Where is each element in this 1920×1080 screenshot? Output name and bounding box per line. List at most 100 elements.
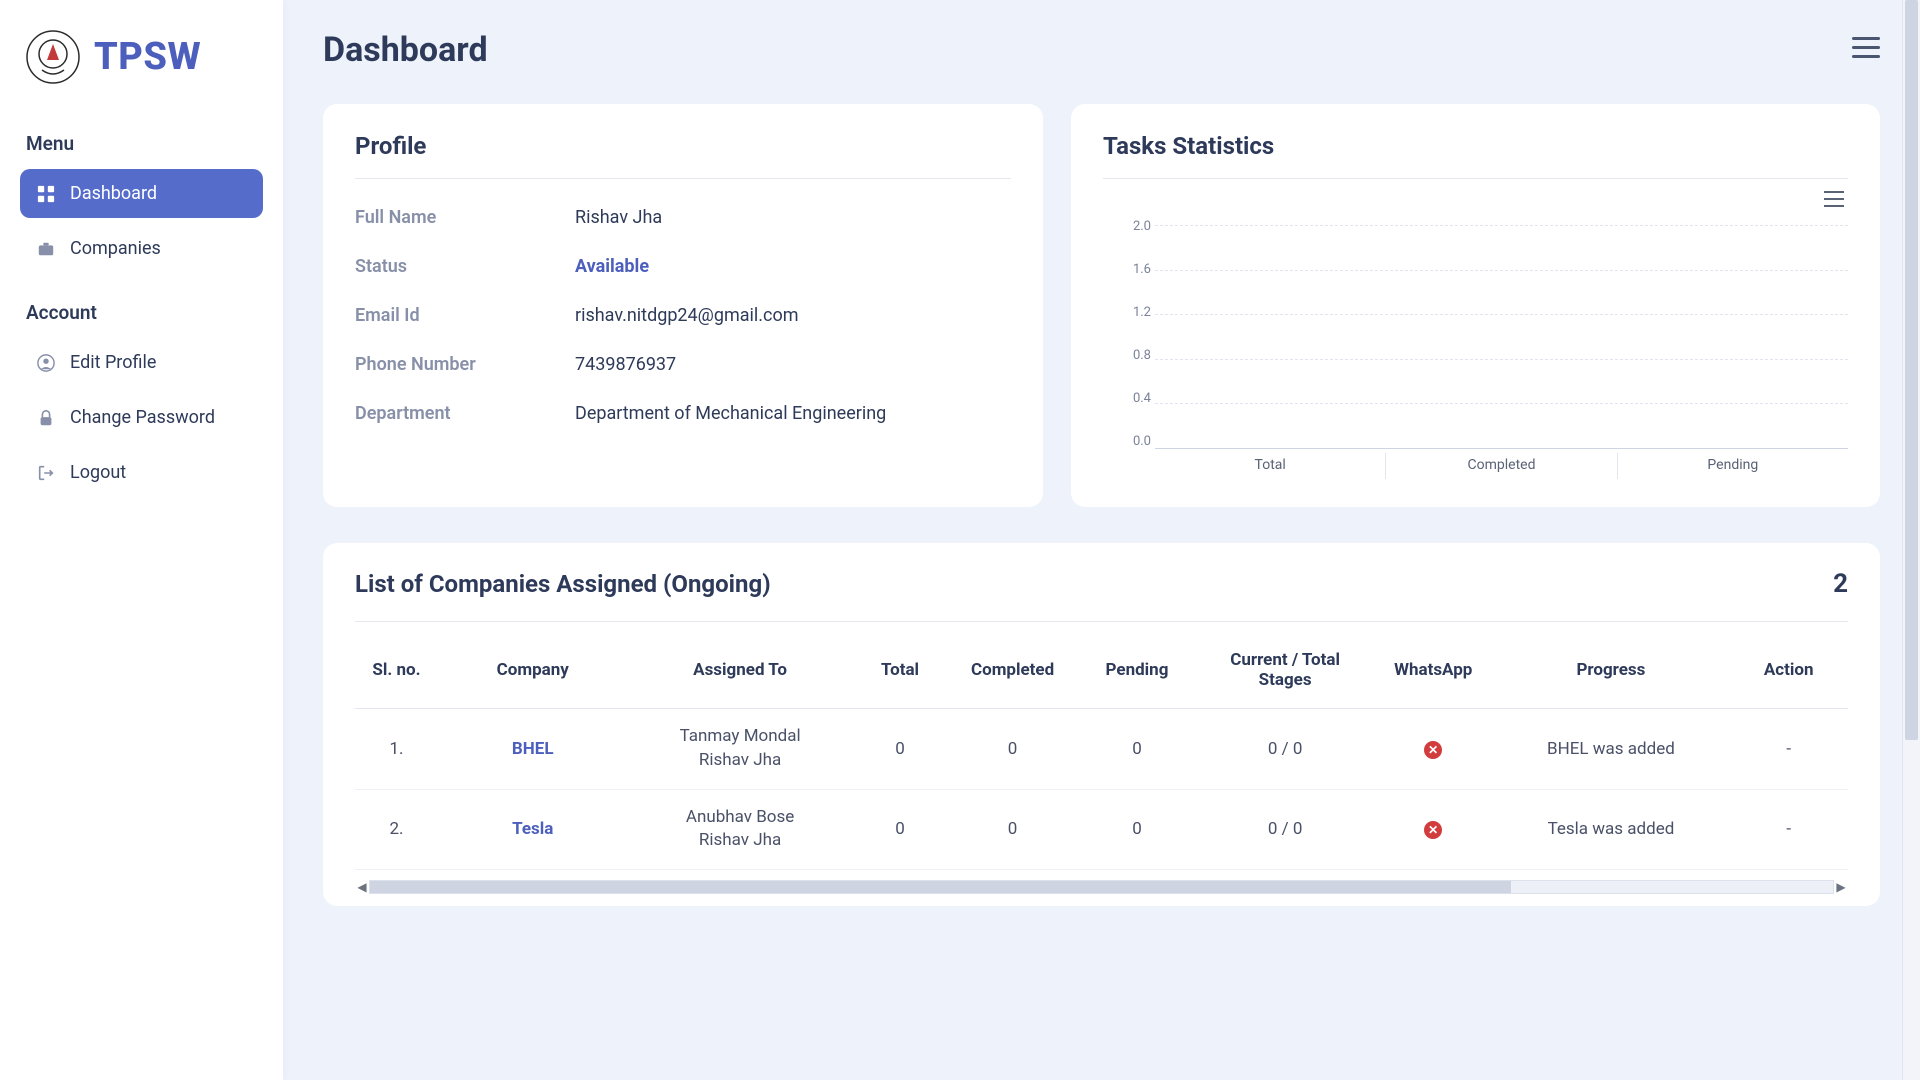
- sidebar-item-label: Edit Profile: [70, 352, 156, 373]
- profile-value: 7439876937: [575, 354, 676, 375]
- cell-assigned-text: Anubhav BoseRishav Jha: [636, 806, 845, 854]
- table-header-row: Sl. no. Company Assigned To Total Comple…: [355, 632, 1848, 709]
- cell-company: BHEL: [438, 709, 628, 790]
- profile-row-status: Status Available: [355, 242, 1011, 291]
- cell-pending: 0: [1078, 709, 1196, 790]
- profile-card: Profile Full Name Rishav Jha Status Avai…: [323, 104, 1043, 507]
- chart-x-axis: Total Completed Pending: [1155, 453, 1848, 479]
- sidebar-item-dashboard[interactable]: Dashboard: [20, 169, 263, 218]
- table-horizontal-scrollbar[interactable]: ◀ ▶: [355, 878, 1848, 896]
- brand-name: TPSW: [94, 35, 201, 79]
- cell-assigned: Anubhav BoseRishav Jha: [628, 789, 853, 870]
- profile-label: Phone Number: [355, 354, 575, 375]
- cell-completed: 0: [947, 789, 1077, 870]
- y-tick: 0.8: [1133, 348, 1151, 363]
- companies-count: 2: [1833, 569, 1848, 599]
- sidebar-section-account: Account: [20, 279, 263, 338]
- companies-table: Sl. no. Company Assigned To Total Comple…: [355, 632, 1848, 870]
- cell-assigned-text: Tanmay MondalRishav Jha: [636, 725, 845, 773]
- table-row: 1.BHELTanmay MondalRishav Jha0000 / 0✕BH…: [355, 709, 1848, 790]
- briefcase-icon: [36, 239, 56, 259]
- chart-x-axis-line: [1155, 448, 1848, 449]
- cell-total: 0: [853, 789, 948, 870]
- grid-icon: [36, 184, 56, 204]
- x-category: Pending: [1617, 453, 1848, 479]
- brand: TPSW: [20, 26, 263, 110]
- company-link[interactable]: Tesla: [512, 819, 553, 839]
- cell-sl: 2.: [355, 789, 438, 870]
- profile-label: Email Id: [355, 305, 575, 326]
- whatsapp-status-icon[interactable]: ✕: [1424, 741, 1442, 759]
- sidebar-item-edit-profile[interactable]: Edit Profile: [20, 338, 263, 387]
- profile-row-email: Email Id rishav.nitdgp24@gmail.com: [355, 291, 1011, 340]
- sidebar-item-label: Dashboard: [70, 183, 157, 204]
- sidebar-item-change-password[interactable]: Change Password: [20, 393, 263, 442]
- chart-y-axis: 2.0 1.6 1.2 0.8 0.4 0.0: [1103, 219, 1151, 449]
- scroll-thumb[interactable]: [370, 881, 1511, 893]
- scroll-left-icon[interactable]: ◀: [355, 880, 369, 894]
- y-tick: 2.0: [1133, 219, 1151, 234]
- sidebar: TPSW Menu Dashboard Companies Account Ed…: [0, 0, 283, 1080]
- topbar: Dashboard: [323, 30, 1880, 70]
- scroll-track[interactable]: [369, 880, 1834, 894]
- col-company: Company: [438, 632, 628, 709]
- chart-gridlines: [1155, 225, 1848, 449]
- whatsapp-status-icon[interactable]: ✕: [1424, 821, 1442, 839]
- page-vertical-scrollbar[interactable]: [1902, 0, 1920, 1080]
- stats-card: Tasks Statistics 2.0 1.6 1.2 0.8 0.4 0.0: [1071, 104, 1880, 507]
- sidebar-section-menu: Menu: [20, 110, 263, 169]
- sidebar-item-label: Companies: [70, 238, 161, 259]
- tasks-chart: 2.0 1.6 1.2 0.8 0.4 0.0 Total Completed …: [1103, 219, 1848, 479]
- cell-whatsapp: ✕: [1374, 709, 1492, 790]
- profile-row-fullname: Full Name Rishav Jha: [355, 193, 1011, 242]
- cell-whatsapp: ✕: [1374, 789, 1492, 870]
- col-completed: Completed: [947, 632, 1077, 709]
- cell-company: Tesla: [438, 789, 628, 870]
- y-tick: 0.0: [1133, 434, 1151, 449]
- cell-completed: 0: [947, 709, 1077, 790]
- logout-icon: [36, 463, 56, 483]
- cell-action: -: [1729, 789, 1848, 870]
- sidebar-item-companies[interactable]: Companies: [20, 224, 263, 273]
- profile-row-phone: Phone Number 7439876937: [355, 340, 1011, 389]
- y-tick: 0.4: [1133, 391, 1151, 406]
- companies-title: List of Companies Assigned (Ongoing): [355, 570, 771, 598]
- company-link[interactable]: BHEL: [512, 739, 554, 759]
- profile-value: Rishav Jha: [575, 207, 662, 228]
- page-title: Dashboard: [323, 30, 488, 70]
- sidebar-item-logout[interactable]: Logout: [20, 448, 263, 497]
- stats-card-title: Tasks Statistics: [1103, 132, 1848, 179]
- profile-label: Status: [355, 256, 575, 277]
- cell-progress: BHEL was added: [1492, 709, 1729, 790]
- cell-total: 0: [853, 709, 948, 790]
- col-pending: Pending: [1078, 632, 1196, 709]
- col-sl: Sl. no.: [355, 632, 438, 709]
- menu-icon[interactable]: [1852, 37, 1880, 63]
- profile-card-title: Profile: [355, 132, 1011, 179]
- user-circle-icon: [36, 353, 56, 373]
- col-action: Action: [1729, 632, 1848, 709]
- cell-stages: 0 / 0: [1196, 709, 1374, 790]
- lock-icon: [36, 408, 56, 428]
- scroll-right-icon[interactable]: ▶: [1834, 880, 1848, 894]
- brand-logo: [26, 30, 80, 84]
- y-tick: 1.6: [1133, 262, 1151, 277]
- profile-row-department: Department Department of Mechanical Engi…: [355, 389, 1011, 438]
- page-scroll-thumb[interactable]: [1905, 0, 1918, 740]
- profile-label: Full Name: [355, 207, 575, 228]
- cell-stages: 0 / 0: [1196, 789, 1374, 870]
- profile-value-status[interactable]: Available: [575, 256, 649, 277]
- profile-value: rishav.nitdgp24@gmail.com: [575, 305, 799, 326]
- col-total: Total: [853, 632, 948, 709]
- chart-menu-icon[interactable]: [1820, 187, 1848, 215]
- col-progress: Progress: [1492, 632, 1729, 709]
- cell-sl: 1.: [355, 709, 438, 790]
- col-assigned: Assigned To: [628, 632, 853, 709]
- x-category: Total: [1155, 453, 1385, 479]
- sidebar-item-label: Change Password: [70, 407, 215, 428]
- companies-card: List of Companies Assigned (Ongoing) 2 S…: [323, 543, 1880, 906]
- cell-progress: Tesla was added: [1492, 789, 1729, 870]
- col-stages: Current / Total Stages: [1196, 632, 1374, 709]
- cell-pending: 0: [1078, 789, 1196, 870]
- main-content: Dashboard Profile Full Name Rishav Jha S…: [283, 0, 1920, 1080]
